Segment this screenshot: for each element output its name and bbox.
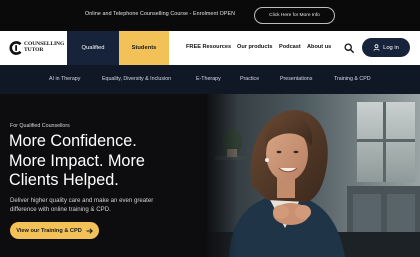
more-info-button[interactable]: Click Here for More Info: [254, 7, 335, 24]
subnav-practice[interactable]: Practice: [240, 76, 259, 82]
brand-line-2: TUTOR: [24, 47, 44, 54]
logo-mark-icon: [9, 41, 22, 55]
announcement-bar: Online and Telephone Counselling Course …: [0, 0, 420, 31]
sub-nav: AI in Therapy Equality, Diversity & Incl…: [0, 65, 420, 94]
user-icon: [373, 44, 380, 51]
subnav-edi[interactable]: Equality, Diversity & Inclusion: [102, 76, 171, 82]
nav-free-resources[interactable]: FREE Resources: [186, 44, 231, 50]
subnav-ai-in-therapy[interactable]: AI in Therapy: [49, 76, 80, 82]
subnav-training-cpd[interactable]: Training & CPD: [334, 76, 371, 82]
brand-wordmark: COUNSELLING TUTOR: [24, 41, 64, 54]
main-nav: COUNSELLING TUTOR Qualified Students FRE…: [0, 31, 420, 65]
headline-line-1: More Confidence.: [9, 132, 137, 150]
subnav-e-therapy[interactable]: E-Therapy: [196, 76, 221, 82]
subnav-presentations[interactable]: Presentations: [280, 76, 312, 82]
hero-photo: [207, 94, 420, 257]
login-label: Log in: [383, 44, 399, 51]
hero-eyebrow: For Qualified Counsellors: [10, 123, 70, 129]
login-button[interactable]: Log in: [362, 38, 410, 57]
nav-about-us[interactable]: About us: [307, 44, 331, 50]
arrow-right-icon: [86, 227, 93, 234]
nav-our-products[interactable]: Our products: [237, 44, 272, 50]
headline-line-2: More Impact. More: [9, 151, 145, 170]
hero-headline: More Confidence. More Impact. More Clien…: [9, 132, 209, 191]
hero-subcopy: Deliver higher quality care and make an …: [10, 197, 154, 214]
training-cpd-cta-button[interactable]: View our Training & CPD: [10, 222, 99, 239]
announcement-text: Online and Telephone Counselling Course …: [85, 11, 236, 17]
tab-qualified[interactable]: Qualified: [67, 31, 119, 65]
search-icon[interactable]: [344, 43, 354, 53]
nav-podcast[interactable]: Podcast: [279, 44, 301, 50]
brand-logo[interactable]: COUNSELLING TUTOR: [9, 40, 65, 57]
page: Online and Telephone Counselling Course …: [0, 0, 420, 257]
tab-students[interactable]: Students: [119, 31, 169, 65]
headline-line-3: Clients Helped.: [9, 171, 119, 190]
cta-label: View our Training & CPD: [16, 227, 82, 234]
